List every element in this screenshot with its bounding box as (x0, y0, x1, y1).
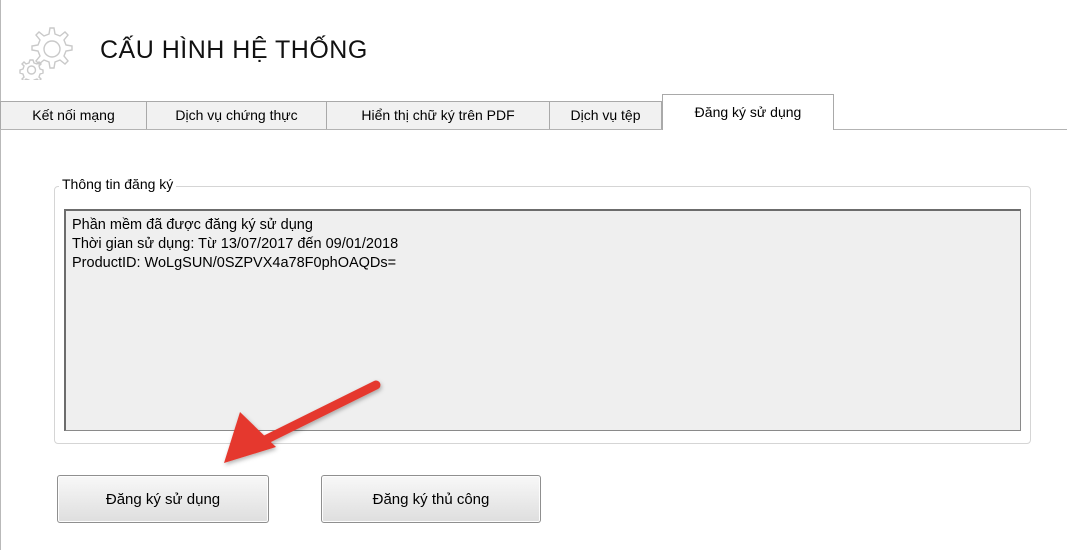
page-header: CẤU HÌNH HỆ THỐNG (18, 20, 368, 80)
registration-status-line: Phần mềm đã được đăng ký sử dụng (72, 217, 313, 233)
tab-authentication-service[interactable]: Dịch vụ chứng thực (146, 101, 327, 129)
tab-bar-divider (0, 129, 1067, 130)
tab-bar: Kết nối mạng Dịch vụ chứng thực Hiển thị… (0, 94, 1067, 130)
tab-registration[interactable]: Đăng ký sử dụng (662, 94, 834, 130)
gear-icon (19, 27, 73, 80)
registration-info-group: Thông tin đăng ký Phần mềm đã được đăng … (54, 176, 1031, 444)
usage-period-line: Thời gian sử dụng: Từ 13/07/2017 đến 09/… (72, 236, 399, 252)
register-button[interactable]: Đăng ký sử dụng (57, 475, 269, 523)
registration-info-textbox[interactable]: Phần mềm đã được đăng ký sử dụng Thời gi… (64, 209, 1021, 431)
tab-file-service[interactable]: Dịch vụ tệp (549, 101, 662, 129)
window-left-border (0, 0, 1, 550)
registration-info-label: Thông tin đăng ký (59, 176, 177, 192)
tab-pdf-signature-display[interactable]: Hiển thị chữ ký trên PDF (326, 101, 550, 129)
page-title: CẤU HÌNH HỆ THỐNG (100, 35, 368, 64)
manual-register-button[interactable]: Đăng ký thủ công (321, 475, 541, 523)
product-id-line: ProductID: WoLgSUN/0SZPVX4a78F0phOAQDs= (72, 255, 397, 271)
tab-network[interactable]: Kết nối mạng (0, 101, 147, 129)
